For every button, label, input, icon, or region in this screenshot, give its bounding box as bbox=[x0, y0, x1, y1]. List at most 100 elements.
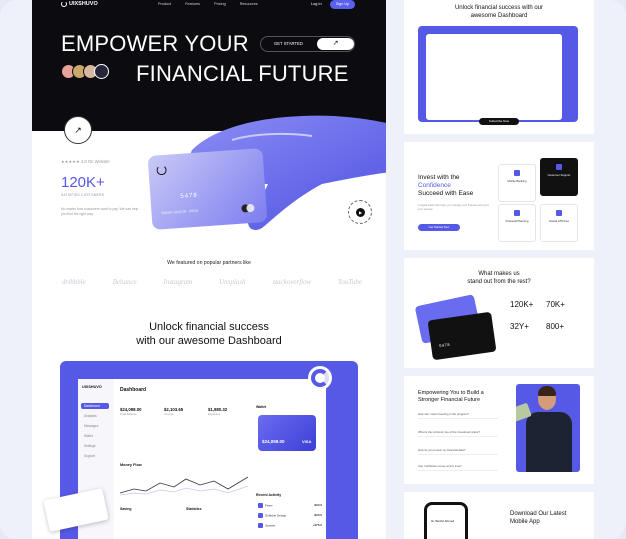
stat-item: 800+ bbox=[546, 322, 565, 331]
login-link[interactable]: Log In bbox=[311, 2, 322, 6]
get-started-button[interactable]: GET STARTED ↗ bbox=[260, 36, 355, 52]
partner-logo-dribbble: dribbble bbox=[62, 278, 86, 286]
download-title-line1: Download Our Latest bbox=[510, 511, 567, 517]
feature-card[interactable]: Customer Support bbox=[540, 158, 578, 196]
progress-ring bbox=[308, 366, 332, 390]
hero-title-line1: EMPOWER YOUR bbox=[61, 31, 249, 56]
invest-title-line3: Succeed with Ease bbox=[418, 190, 474, 197]
section-empowering: Empowering You to Build a Stronger Finan… bbox=[404, 376, 594, 484]
subscribe-button[interactable]: Subscribe Now bbox=[479, 118, 519, 125]
faq-item[interactable]: How do you protect my financial data? bbox=[418, 448, 498, 455]
arrow-badge-icon: ↗ bbox=[64, 116, 92, 144]
money-flow-title: Money Flow bbox=[120, 463, 142, 467]
recent-item-amount: -$20.0 bbox=[313, 513, 322, 517]
stat-item: 120K+ bbox=[510, 300, 534, 309]
partner-logo-instagram: Instagram bbox=[163, 278, 193, 286]
rating: ★★★★★ 4.8 On Website bbox=[61, 159, 110, 164]
recent-item[interactable]: Fiverr -$20.0 bbox=[258, 503, 322, 508]
stat-item: 70K+ bbox=[546, 300, 565, 309]
mobile-icon bbox=[514, 170, 520, 176]
feature-label: Mobile Banking bbox=[507, 179, 527, 183]
nav-link-features[interactable]: Features bbox=[185, 2, 200, 6]
dashboard-logo: UIXSHUVO bbox=[82, 385, 102, 389]
chart-icon bbox=[514, 210, 520, 216]
atm-icon bbox=[556, 210, 562, 216]
section-title: Unlock financial success with our awesom… bbox=[454, 5, 544, 19]
nav-link-product[interactable]: Product bbox=[158, 2, 171, 6]
section-download: Hi, Boshir Ahmed Download Our Latest Mob… bbox=[404, 492, 594, 539]
wallet-card[interactable]: $24,098.00 VISA bbox=[258, 415, 316, 451]
customer-description: No matter how customers want to pay. We … bbox=[61, 207, 139, 216]
partner-logo-youtube: YouTube bbox=[338, 278, 362, 286]
person-body bbox=[526, 412, 572, 472]
download-title-line2: Mobile App bbox=[510, 519, 540, 525]
invest-button[interactable]: Get Started Now bbox=[418, 224, 460, 231]
support-icon bbox=[556, 164, 562, 170]
card-logo-icon bbox=[156, 164, 167, 176]
partner-logo-stackoverflow: stackoverflow bbox=[272, 278, 312, 286]
feature-label: Customer Support bbox=[547, 173, 571, 177]
partner-logo-behance: Behance bbox=[112, 278, 137, 286]
phone-greeting: Hi, Boshir Ahmed bbox=[431, 519, 455, 523]
customer-count: 120K+ bbox=[61, 174, 105, 191]
mini-dashboard-window bbox=[426, 34, 562, 120]
recent-item[interactable]: Dribbble Design -$20.0 bbox=[258, 513, 322, 518]
play-icon: ▶ bbox=[356, 208, 365, 217]
feature-card[interactable]: Mobile Banking bbox=[498, 164, 536, 202]
logo[interactable]: UIXSHUVO bbox=[61, 1, 98, 7]
recent-item-name: Dribbble Design bbox=[265, 513, 287, 518]
dashboard-window: UIXSHUVO Dashboard Analytics Messages Wa… bbox=[78, 379, 326, 539]
empowering-title-line1: Empowering You to Build a bbox=[418, 390, 484, 396]
empowering-title: Empowering You to Build a Stronger Finan… bbox=[418, 390, 484, 404]
right-column: Unlock financial success with our awesom… bbox=[404, 0, 594, 539]
section-invest: Invest with the Confidence Succeed with … bbox=[404, 142, 594, 250]
dashboard-section-title: Unlock financial success with our awesom… bbox=[32, 320, 386, 348]
arrow-up-right-icon: ↗ bbox=[317, 38, 354, 50]
recent-item-amount: -$20.0 bbox=[313, 503, 322, 507]
money-flow-chart bbox=[120, 476, 248, 496]
progress-ring-arc bbox=[311, 369, 329, 387]
avatar-group bbox=[61, 64, 109, 79]
empowering-title-line2: Stronger Financial Future bbox=[418, 397, 481, 403]
stat-expenses: $1,980.32 Expenses bbox=[208, 407, 227, 416]
transaction-icon bbox=[258, 503, 263, 508]
play-video-button[interactable]: ▶ bbox=[348, 200, 372, 224]
partner-logo-unsplash: Unsplash bbox=[219, 278, 246, 286]
sidebar-item-settings[interactable]: Settings bbox=[81, 443, 109, 449]
phone-mockup: Hi, Boshir Ahmed bbox=[424, 502, 468, 539]
signup-button[interactable]: Sign Up bbox=[330, 0, 355, 9]
recent-item[interactable]: Upwork +$76.0 bbox=[258, 523, 322, 528]
stand-out-title: What makes us stand out from the rest? bbox=[444, 270, 554, 286]
partner-logos: dribbble Behance Instagram Unsplash stac… bbox=[62, 278, 362, 286]
faq-item[interactable]: How can I start investing in the program… bbox=[418, 412, 498, 419]
statistics-title: Statistics bbox=[186, 507, 202, 511]
transaction-icon bbox=[258, 523, 263, 528]
sidebar-item-messages[interactable]: Messages bbox=[81, 423, 109, 429]
feature-card[interactable]: Global ATM Fee bbox=[540, 204, 578, 242]
person-photo bbox=[516, 384, 580, 472]
card-holder: BIMAN SHOUR · 06/26 bbox=[161, 208, 199, 216]
stand-out-title-line1: What makes us bbox=[478, 271, 520, 277]
faq-item[interactable]: What is the minimum fee of the investmen… bbox=[418, 430, 498, 437]
sidebar-item-dashboard[interactable]: Dashboard bbox=[81, 403, 109, 409]
section-dashboard-preview: Unlock financial success with our awesom… bbox=[404, 0, 594, 134]
mastercard-icon bbox=[241, 203, 256, 213]
nav-link-resources[interactable]: Resources bbox=[240, 2, 258, 6]
sidebar-item-wallet[interactable]: Wallet bbox=[81, 433, 109, 439]
mini-dashboard bbox=[418, 26, 578, 122]
hero-title-line2: FINANCIAL FUTURE bbox=[136, 61, 349, 86]
transaction-icon bbox=[258, 513, 263, 518]
sidebar-item-support[interactable]: Support bbox=[81, 453, 109, 459]
sidebar-item-analytics[interactable]: Analytics bbox=[81, 413, 109, 419]
nav-link-pricing[interactable]: Pricing bbox=[214, 2, 226, 6]
recent-item-name: Fiverr bbox=[265, 503, 273, 508]
invest-description: A digital wallet that helps you manage y… bbox=[418, 204, 489, 211]
top-nav: UIXSHUVO Product Features Pricing Resour… bbox=[32, 0, 386, 12]
feature-label: Financial Planning bbox=[505, 219, 529, 223]
feature-card[interactable]: Financial Planning bbox=[498, 204, 536, 242]
customer-count-label: SATISFIED CUSTOMERS bbox=[61, 193, 105, 197]
recent-item-amount: +$76.0 bbox=[312, 523, 322, 527]
stat-total-balance: $24,098.00 Total Balance bbox=[120, 407, 142, 416]
dashboard-title-line1: Unlock financial success bbox=[149, 321, 269, 333]
faq-item[interactable]: Can I withdraw money at any time? bbox=[418, 464, 498, 471]
